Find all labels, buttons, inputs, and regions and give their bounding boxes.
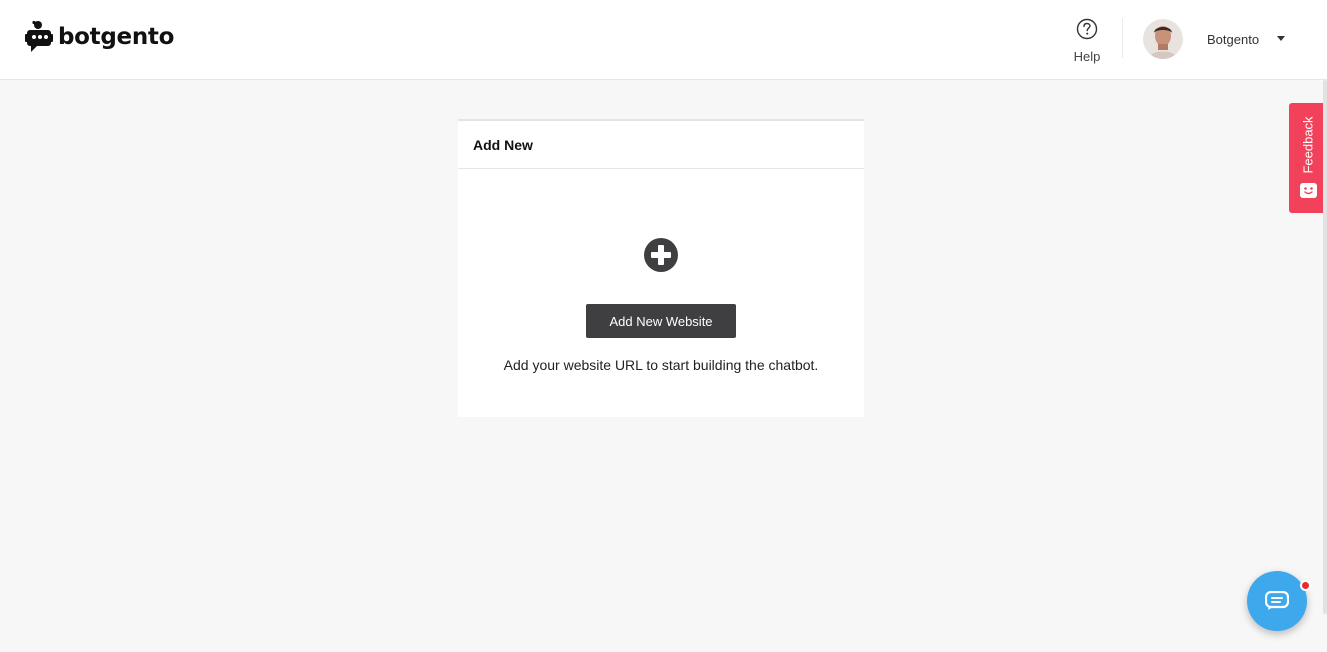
feedback-tab[interactable]: Feedback (1289, 103, 1327, 213)
notification-dot (1300, 580, 1311, 591)
avatar-image (1143, 19, 1183, 59)
brand-name: botgento (58, 24, 175, 50)
plus-circle-icon[interactable] (644, 238, 678, 272)
user-name[interactable]: Botgento (1207, 32, 1259, 47)
card-hint-text: Add your website URL to start building t… (503, 357, 819, 373)
brand-logo[interactable]: botgento (25, 20, 174, 54)
robot-chat-icon (25, 20, 53, 52)
smiley-icon (1300, 183, 1317, 198)
feedback-label: Feedback (1300, 116, 1316, 174)
card-header: Add New (458, 121, 864, 169)
help-label: Help (1073, 49, 1101, 64)
chat-bubble-icon (1265, 591, 1289, 610)
question-circle-icon (1076, 18, 1098, 40)
chevron-down-icon[interactable] (1277, 36, 1285, 41)
user-avatar[interactable] (1143, 19, 1183, 59)
header-divider (1122, 18, 1123, 58)
add-new-website-button[interactable]: Add New Website (586, 304, 736, 338)
card-title: Add New (473, 137, 533, 153)
page-scrollbar[interactable] (1323, 80, 1327, 614)
chat-launcher-button[interactable] (1247, 571, 1307, 631)
top-navbar: botgento Help Botgento (0, 0, 1327, 80)
add-new-card: Add New Add New Website Add your website… (458, 119, 864, 417)
help-button[interactable]: Help (1070, 18, 1104, 64)
